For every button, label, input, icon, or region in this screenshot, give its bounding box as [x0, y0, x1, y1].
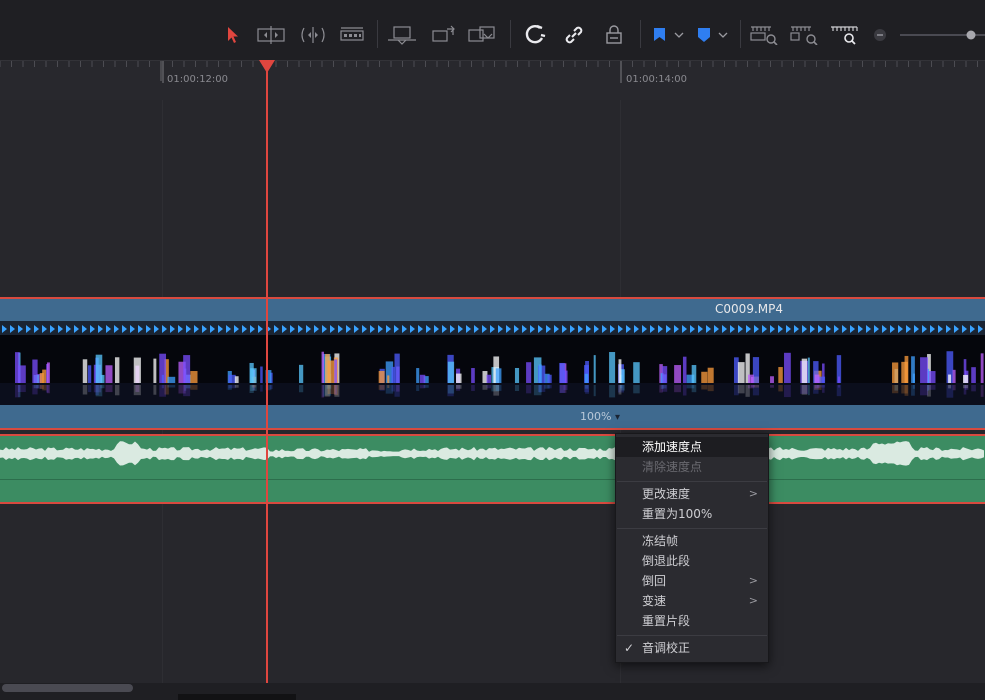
- video-clip-header[interactable]: C0009.MP4: [0, 297, 985, 321]
- submenu-arrow-icon: >: [748, 487, 758, 500]
- submenu-arrow-icon: >: [748, 594, 758, 607]
- ruler-ticks: [0, 61, 978, 83]
- dynamic-trim-icon[interactable]: [298, 20, 328, 50]
- flag-icon[interactable]: [648, 20, 686, 50]
- linked-selection-icon[interactable]: [560, 20, 588, 50]
- audio-baseline: [0, 479, 985, 480]
- bottom-panel-tab[interactable]: [178, 694, 296, 700]
- video-clip-footer[interactable]: 100% ▾: [0, 405, 985, 430]
- clip-name-label: C0009.MP4: [715, 302, 783, 316]
- menu-separator: [617, 635, 767, 636]
- audio-waveform: [0, 441, 984, 466]
- zoom-full-icon[interactable]: [748, 20, 780, 50]
- ruler-timecode-label: 01:00:14:00: [626, 74, 688, 85]
- menu-item-freeze-frame[interactable]: 冻结帧: [616, 531, 768, 551]
- zoom-custom-icon[interactable]: [828, 20, 860, 50]
- playhead-line[interactable]: [266, 68, 268, 683]
- toolbar-separator: [377, 20, 378, 48]
- playhead-handle[interactable]: [259, 60, 275, 73]
- menu-item-reverse-segment[interactable]: 倒退此段: [616, 551, 768, 571]
- menu-item-variable-speed[interactable]: 变速 >: [616, 591, 768, 611]
- speed-arrows-strip: [0, 321, 985, 335]
- speed-dropdown-icon[interactable]: ▾: [615, 412, 620, 423]
- menu-item-add-speed-point[interactable]: 添加速度点: [616, 437, 768, 457]
- zoom-detail-icon[interactable]: [788, 20, 820, 50]
- blade-icon[interactable]: [338, 20, 366, 50]
- overwrite-clip-icon[interactable]: [428, 20, 458, 50]
- timecode-ruler[interactable]: 01:00:12:00 01:00:14:00: [0, 60, 985, 102]
- horizontal-scrollbar[interactable]: [0, 683, 985, 700]
- marker-icon[interactable]: [692, 20, 730, 50]
- menu-item-reset-100[interactable]: 重置为100%: [616, 504, 768, 524]
- menu-item-rewind[interactable]: 倒回 >: [616, 571, 768, 591]
- audio-clip[interactable]: [0, 434, 985, 504]
- selection-arrow-icon[interactable]: [222, 20, 244, 50]
- scrollbar-thumb[interactable]: [2, 684, 133, 692]
- menu-item-change-speed[interactable]: 更改速度 >: [616, 484, 768, 504]
- insert-clip-icon[interactable]: [387, 20, 417, 50]
- ruler-timecode-label: 01:00:12:00: [167, 74, 229, 85]
- menu-separator: [617, 528, 767, 529]
- zoom-out-icon[interactable]: [872, 20, 888, 50]
- position-lock-icon[interactable]: [600, 20, 628, 50]
- toolbar-separator: [510, 20, 511, 48]
- clip-context-menu: 添加速度点 清除速度点 更改速度 > 重置为100% 冻结帧 倒退此段 倒回 > 变…: [615, 433, 769, 663]
- menu-separator: [617, 481, 767, 482]
- menu-item-clear-speed-points: 清除速度点: [642, 460, 703, 474]
- snapping-icon[interactable]: [522, 20, 548, 50]
- check-icon: ✓: [624, 641, 635, 655]
- zoom-slider[interactable]: [898, 20, 985, 50]
- video-thumbnails[interactable]: [0, 335, 985, 405]
- menu-item-pitch-correction[interactable]: ✓ 音调校正: [616, 638, 768, 658]
- toolbar-separator: [740, 20, 741, 48]
- submenu-arrow-icon: >: [748, 574, 758, 587]
- speed-value: 100%: [580, 410, 612, 423]
- replace-clip-icon[interactable]: [466, 20, 498, 50]
- clip-speed-label[interactable]: 100% ▾: [580, 410, 620, 423]
- trim-mode-icon[interactable]: [256, 20, 286, 50]
- toolbar-separator: [640, 20, 641, 48]
- menu-item-reset-clip[interactable]: 重置片段: [616, 611, 768, 631]
- timeline-toolbar: [0, 0, 985, 60]
